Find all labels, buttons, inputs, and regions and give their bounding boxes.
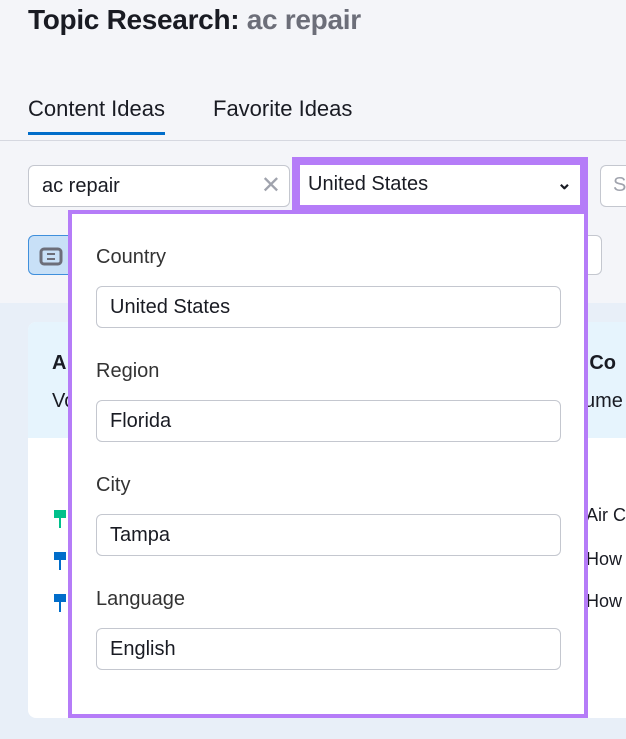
region-field[interactable]: Florida (96, 400, 561, 442)
idea-row[interactable]: Air C (586, 505, 626, 526)
location-select[interactable]: United States ⌄ (292, 157, 588, 213)
tab-content-ideas[interactable]: Content Ideas (28, 96, 165, 135)
divider (0, 140, 626, 141)
megaphone-icon (54, 552, 66, 570)
country-label: Country (96, 246, 167, 268)
country-field[interactable]: United States (96, 286, 561, 328)
idea-row[interactable]: How (586, 591, 622, 612)
card-subtitle-2: ume (584, 390, 623, 412)
city-field[interactable]: Tampa (96, 514, 561, 556)
page-title: Topic Research: ac repair (28, 4, 361, 36)
megaphone-icon (54, 510, 66, 528)
city-label: City (96, 474, 131, 496)
idea-row[interactable]: How (586, 549, 622, 570)
search-value: ac repair (42, 175, 120, 197)
chevron-down-icon: ⌄ (556, 173, 572, 193)
extra-input[interactable]: S (600, 165, 626, 207)
region-label: Region (96, 360, 160, 382)
location-dropdown-panel: Country United States Region Florida Cit… (68, 210, 588, 718)
language-label: Language (96, 588, 185, 610)
search-input[interactable]: ac repair ✕ (28, 165, 290, 207)
card-title: A (52, 352, 67, 374)
title-text: Topic Research: (28, 4, 240, 35)
clear-icon[interactable]: ✕ (261, 171, 281, 200)
title-keyword: ac repair (246, 4, 361, 35)
tab-favorite-ideas[interactable]: Favorite Ideas (213, 96, 352, 122)
language-field[interactable]: English (96, 628, 561, 670)
location-value: United States (308, 173, 429, 195)
megaphone-icon (54, 594, 66, 612)
